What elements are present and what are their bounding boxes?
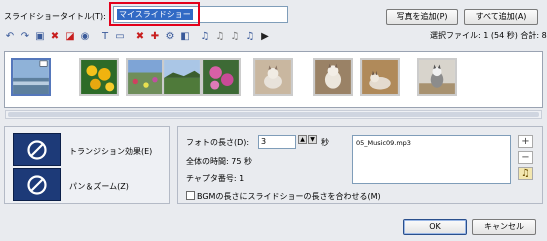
bgm-fit-label: BGMの長さにスライドショーの長さを合わせる(M) <box>197 192 381 201</box>
pan-zoom-label: パン＆ズーム(Z) <box>69 182 129 191</box>
effect-gear-icon[interactable]: ⚙ <box>164 30 176 43</box>
audio-edit-icon[interactable]: ♫ <box>229 30 241 43</box>
thumbnail[interactable] <box>162 58 202 96</box>
no-effect-icon <box>27 174 47 195</box>
effect-remove-icon[interactable]: ✖ <box>134 30 146 43</box>
red-eye-icon[interactable]: ◉ <box>79 30 91 43</box>
transition-effect-label: トランジション効果(E) <box>69 147 153 156</box>
spin-down-button[interactable]: ▼ <box>308 135 317 144</box>
filmstrip-scrollbar[interactable] <box>5 110 542 119</box>
delete-icon[interactable]: ✖ <box>49 30 61 43</box>
thumbnail[interactable] <box>313 58 353 96</box>
transition-effect-button[interactable] <box>13 133 61 166</box>
add-music-button[interactable]: + <box>518 135 533 148</box>
add-all-button[interactable]: すべて追加(A) <box>464 9 538 25</box>
pan-zoom-button[interactable] <box>13 168 61 201</box>
audio-icon[interactable]: ♫ <box>199 30 211 43</box>
thumbnail[interactable] <box>79 58 119 96</box>
thumbnail[interactable] <box>11 58 51 96</box>
total-time: 全体の時間: 75 秒 <box>186 157 252 166</box>
fx-icon[interactable]: ◧ <box>179 30 191 43</box>
photo-length-input[interactable]: 3 <box>258 135 296 149</box>
select-icon[interactable]: ▭ <box>114 30 126 43</box>
audio-remove-icon[interactable]: ♫ <box>214 30 226 43</box>
highlight-box <box>109 2 200 26</box>
bgm-fit-checkbox[interactable] <box>186 191 195 200</box>
music-settings-icon[interactable]: ♫ <box>518 167 533 180</box>
no-effect-icon <box>27 139 47 160</box>
effect-add-icon[interactable]: ✚ <box>149 30 161 43</box>
thumbnail[interactable] <box>360 58 400 96</box>
thumbnail[interactable] <box>201 58 241 96</box>
list-item[interactable]: 05_Music09.mp3 <box>356 139 411 147</box>
rotate-right-icon[interactable]: ↷ <box>19 30 31 43</box>
cancel-button[interactable]: キャンセル <box>472 219 536 235</box>
chapter-number: チャプタ番号: 1 <box>186 174 245 183</box>
remove-music-button[interactable]: − <box>518 151 533 164</box>
thumbnail[interactable] <box>253 58 293 96</box>
photo-length-label: フォトの長さ(D): <box>186 138 250 147</box>
crop-icon[interactable]: ▣ <box>34 30 46 43</box>
thumbnail[interactable] <box>417 58 457 96</box>
photo-filmstrip <box>4 51 543 108</box>
slideshow-title-label: スライドショータイトル(T): <box>4 12 106 21</box>
music-list[interactable]: 05_Music09.mp3 <box>352 135 511 184</box>
selection-info: 選択ファイル: 1 (54 秒) 合計: 8 <box>430 31 547 40</box>
toolbar: ↶ ↷ ▣ ✖ ◪ ◉ T ▭ ✖ ✚ ⚙ ◧ ♫ ♫ ♫ ♫ ▶ <box>4 27 274 45</box>
rotate-left-icon[interactable]: ↶ <box>4 30 16 43</box>
audio-add-icon[interactable]: ♫ <box>244 30 256 43</box>
text-icon[interactable]: T <box>99 30 111 43</box>
effects-panel: トランジション効果(E) パン＆ズーム(Z) <box>4 126 170 204</box>
spin-up-button[interactable]: ▲ <box>298 135 307 144</box>
frame-icon[interactable]: ◪ <box>64 30 76 43</box>
thumbnail[interactable] <box>126 58 166 96</box>
add-photo-button[interactable]: 写真を追加(P) <box>386 9 458 25</box>
play-icon[interactable]: ▶ <box>259 30 271 43</box>
scrollbar-thumb[interactable] <box>8 112 539 117</box>
photo-length-unit: 秒 <box>321 138 329 147</box>
ok-button[interactable]: OK <box>403 219 467 235</box>
